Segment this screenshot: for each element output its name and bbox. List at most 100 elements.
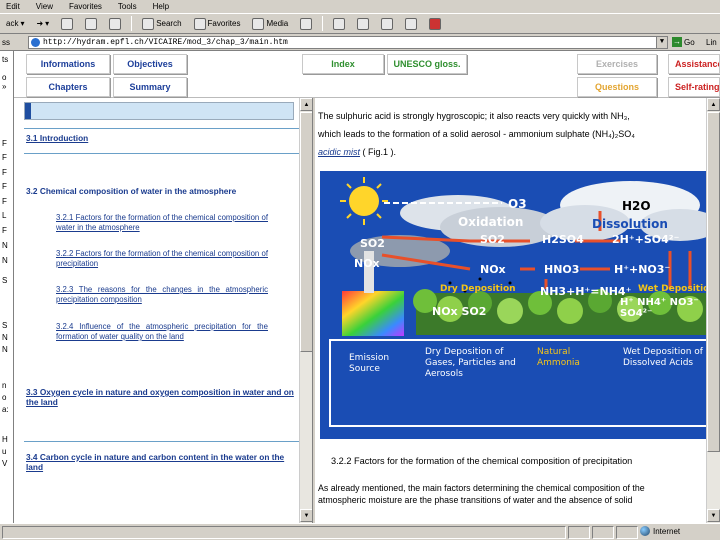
label-so2: SO2: [480, 233, 505, 246]
divider: [24, 153, 299, 154]
scroll-down-icon[interactable]: ▼: [707, 509, 720, 522]
label-dry-deposition: Dry Deposition: [440, 284, 516, 294]
label-ammonia-reaction: NH3+H⁺=NH4⁺: [540, 285, 632, 298]
mail-icon: [333, 17, 346, 30]
divider: [24, 441, 299, 442]
paragraph-line: which leads to the formation of a solid …: [318, 129, 635, 139]
discuss-button[interactable]: [401, 15, 421, 32]
label-nox: NOx: [480, 263, 506, 276]
address-url: http://hydram.epfl.ch/VICAIRE/mod_3/chap…: [43, 38, 288, 47]
toolbar-separator: [131, 16, 133, 31]
self-rating-button[interactable]: Self-rating: [668, 77, 720, 97]
label-h2so4: H2SO4: [542, 233, 584, 246]
chapters-button[interactable]: Chapters: [26, 77, 110, 97]
address-input[interactable]: http://hydram.epfl.ch/VICAIRE/mod_3/chap…: [28, 36, 668, 49]
go-label: Go: [684, 37, 695, 47]
label-wet-deposition: Wet Deposition: [638, 284, 716, 294]
toc-scrollbar[interactable]: ▲ ▼: [299, 98, 312, 523]
browser-toolbar: ack ▾ ➜ ▾ Search Favorites Media: [0, 13, 720, 34]
sliver-text: F: [2, 139, 7, 148]
chevron-down-icon[interactable]: ▼: [656, 37, 667, 48]
assistance-button[interactable]: Assistance: [668, 54, 720, 74]
edit-icon: [381, 17, 394, 30]
status-cell: [616, 526, 638, 539]
status-bar: Internet: [0, 523, 720, 540]
scroll-down-icon[interactable]: ▼: [300, 509, 312, 522]
sliver-text: N: [2, 333, 8, 342]
mail-button[interactable]: [329, 15, 349, 32]
sliver-text: S: [2, 321, 8, 330]
sliver-text: ts: [2, 55, 9, 64]
label-nox-source: NOx: [354, 257, 380, 270]
stop-icon: [61, 17, 74, 30]
content-scrollbar[interactable]: ▲ ▼: [706, 98, 720, 523]
stop-button[interactable]: [57, 15, 77, 32]
discuss-icon: [405, 17, 418, 30]
search-label: Search: [156, 19, 182, 28]
chevron-down-icon: ▾: [45, 19, 50, 28]
forward-button[interactable]: ➜ ▾: [32, 15, 53, 32]
sliver-text: N: [2, 241, 8, 250]
sliver-text: u: [2, 447, 7, 456]
messenger-icon: [429, 17, 442, 30]
toc-link-carbon-cycle[interactable]: 3.4 Carbon cycle in nature and carbon co…: [26, 452, 298, 472]
globe-icon: [640, 526, 650, 536]
acid-deposition-figure: O3 Oxidation H2O Dissolution SO2 NOx SO2…: [320, 171, 718, 439]
sliver-text: S: [2, 276, 8, 285]
refresh-button[interactable]: [81, 15, 101, 32]
menu-favorites[interactable]: Favorites: [69, 2, 102, 11]
unesco-glossary-button[interactable]: UNESCO gloss.: [387, 54, 467, 74]
sliver-text: o »: [2, 73, 7, 91]
toc-link-324[interactable]: 3.2.4 Influence of the atmospheric preci…: [56, 322, 268, 342]
legend-emission-source: Emission Source: [349, 353, 390, 374]
label-hno3: HNO3: [544, 263, 580, 276]
questions-button[interactable]: Questions: [577, 77, 657, 97]
search-button[interactable]: Search: [138, 15, 185, 32]
scroll-thumb[interactable]: [707, 112, 720, 452]
summary-button[interactable]: Summary: [113, 77, 187, 97]
links-label[interactable]: Lin: [706, 38, 717, 47]
history-button[interactable]: [296, 15, 316, 32]
menu-edit[interactable]: Edit: [6, 2, 20, 11]
label-no3-ions: H⁺+NO3⁻: [614, 263, 671, 276]
toc-link-oxygen-cycle[interactable]: 3.3 Oxygen cycle in nature and oxygen co…: [26, 387, 298, 407]
label-wet-ions: H⁺ NH4⁺ NO3⁻ SO4²⁻: [620, 297, 699, 319]
index-button[interactable]: Index: [302, 54, 384, 74]
figure-reference: ( Fig.1 ).: [362, 147, 397, 157]
toc-link-chemical-composition[interactable]: 3.2 Chemical composition of water in the…: [26, 186, 236, 196]
media-button[interactable]: Media: [248, 15, 292, 32]
go-button[interactable]: → Go: [672, 37, 695, 47]
media-label: Media: [266, 19, 289, 28]
sliver-text: o: [2, 393, 7, 402]
menu-tools[interactable]: Tools: [118, 2, 137, 11]
home-button[interactable]: [105, 15, 125, 32]
exercises-button[interactable]: Exercises: [577, 54, 657, 74]
forward-arrow-icon: ➜: [36, 19, 44, 28]
scroll-thumb[interactable]: [300, 112, 312, 352]
favorites-button[interactable]: Favorites: [190, 15, 245, 32]
back-button[interactable]: ack ▾: [2, 15, 28, 32]
menu-view[interactable]: View: [36, 2, 53, 11]
scroll-up-icon[interactable]: ▲: [707, 98, 720, 111]
toc-link-323[interactable]: 3.2.3 The reasons for the changes in the…: [56, 285, 268, 305]
toc-banner: [24, 102, 294, 120]
print-button[interactable]: [353, 15, 373, 32]
status-cell: [568, 526, 590, 539]
section-heading: 3.2.2 Factors for the formation of the c…: [331, 456, 633, 466]
toc-link-321[interactable]: 3.2.1 Factors for the formation of the c…: [56, 213, 268, 233]
edit-button[interactable]: [377, 15, 397, 32]
label-h2o: H2O: [622, 199, 651, 213]
toc-link-introduction[interactable]: 3.1 Introduction: [26, 133, 88, 143]
sun-icon: [349, 186, 379, 216]
scroll-up-icon[interactable]: ▲: [300, 98, 312, 111]
acidic-mist-link[interactable]: acidic mist: [318, 147, 360, 157]
informations-button[interactable]: Informations: [26, 54, 110, 74]
toc-frame: 3.1 Introduction 3.2 Chemical compositio…: [14, 98, 313, 523]
messenger-button[interactable]: [425, 15, 445, 32]
menu-help[interactable]: Help: [153, 2, 169, 11]
objectives-button[interactable]: Objectives: [113, 54, 187, 74]
toc-link-322[interactable]: 3.2.2 Factors for the formation of the c…: [56, 249, 268, 269]
sliver-text: N: [2, 345, 8, 354]
sliver-text: F: [2, 197, 7, 206]
sliver-text: n: [2, 381, 7, 390]
